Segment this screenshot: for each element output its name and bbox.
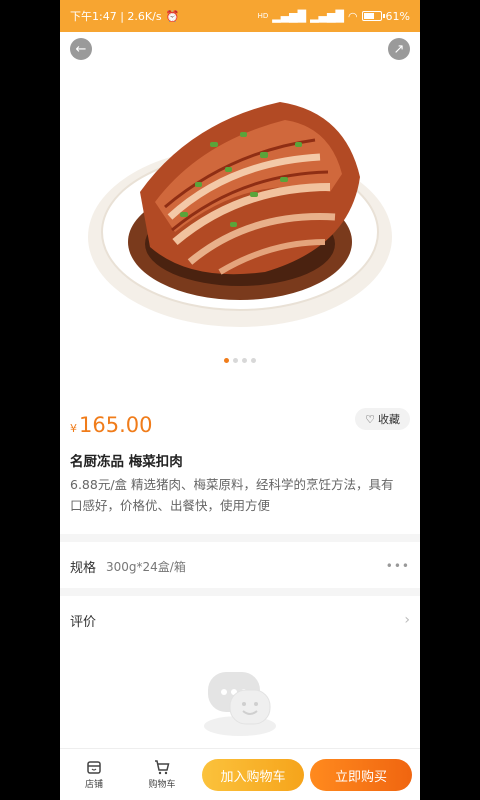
carousel-dot [242,358,247,363]
status-left: 下午1:47 | 2.6K/s ⏰ [70,8,179,24]
favorite-label: 收藏 [378,413,400,426]
arrow-left-icon: ← [75,41,87,57]
chevron-right-icon: › [404,612,410,628]
store-tab[interactable]: 店铺 [60,759,128,790]
battery-percent: 61% [385,9,410,23]
empty-reviews-icon [204,672,276,736]
add-to-cart-button[interactable]: 加入购物车 [202,759,304,791]
more-icon[interactable]: ••• [386,559,410,573]
battery-icon [361,11,385,21]
review-label: 评价 [70,614,97,630]
product-description: 6.88元/盒 精选猪肉、梅菜原料，经科学的烹饪方法，具有口感好，价格优、出餐快… [70,477,394,513]
share-button[interactable]: ↗ [388,38,410,60]
carousel-dot [251,358,256,363]
heart-icon: ♡ [365,412,375,426]
spec-value: 300g*24盒/箱 [106,559,186,574]
favorite-button[interactable]: ♡ 收藏 [355,408,410,430]
status-time: 下午1:47 | 2.6K/s [70,10,162,23]
section-divider [60,534,420,542]
store-label: 店铺 [84,780,103,790]
price-value: 165.00 [79,413,153,437]
share-icon: ↗ [393,41,405,57]
cart-tab[interactable]: 购物车 [128,759,196,790]
carousel-indicator [60,358,420,363]
screen: 下午1:47 | 2.6K/s ⏰ HD ▂▄▆█ ▂▄▆█ ◠ 61% ← ↗ [60,0,420,800]
cart-label: 购物车 [148,780,176,790]
cart-icon [155,760,170,775]
product-image-carousel[interactable]: ← ↗ [60,32,420,382]
bottom-action-bar: 店铺 购物车 加入购物车 立即购买 [60,748,420,800]
status-right: HD ▂▄▆█ ▂▄▆█ ◠ 61% [258,10,410,23]
spec-row[interactable]: 规格 300g*24盒/箱 ••• [60,544,420,588]
spec-label: 规格 [70,560,97,576]
price-row: ¥165.00 ♡ 收藏 [70,408,410,440]
carousel-dot-active [224,358,229,363]
signal-icon: ▂▄▆█ [272,9,307,23]
store-icon [87,761,101,774]
buy-now-button[interactable]: 立即购买 [310,759,412,791]
signal-hd-label: HD [257,12,269,20]
signal-icon-2: ▂▄▆█ [310,9,344,23]
wifi-icon: ◠ [347,9,358,23]
status-bar: 下午1:47 | 2.6K/s ⏰ HD ▂▄▆█ ▂▄▆█ ◠ 61% [60,0,420,32]
product-image [88,102,392,327]
carousel-dot [233,358,238,363]
currency-symbol: ¥ [70,422,77,435]
back-button[interactable]: ← [70,38,92,60]
product-price: ¥165.00 [70,414,152,440]
section-divider [60,588,420,596]
review-row[interactable]: 评价 › [60,598,420,642]
product-title: 名厨冻品 梅菜扣肉 [70,454,183,470]
alarm-icon: ⏰ [165,9,180,23]
